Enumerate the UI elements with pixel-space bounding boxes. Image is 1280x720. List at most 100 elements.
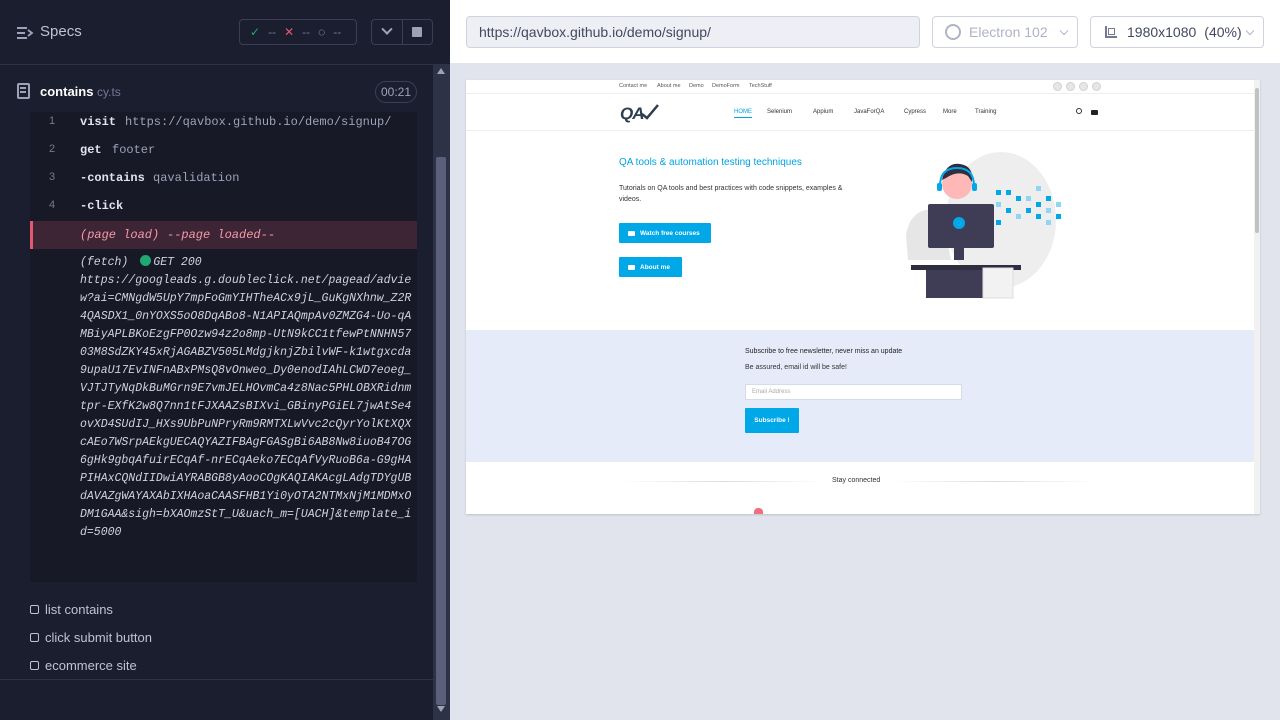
event-message: --page loaded-- bbox=[167, 228, 276, 242]
spec-file-row[interactable]: contains cy.ts 00:21 bbox=[0, 77, 433, 107]
viewport-size: 1980x1080 bbox=[1127, 24, 1197, 40]
hero-illustration bbox=[906, 152, 1061, 299]
run-controls bbox=[371, 19, 433, 45]
chevron-down-icon bbox=[1059, 26, 1069, 36]
nav-javaforqa[interactable]: JavaForQA bbox=[854, 109, 884, 115]
site-topbar: Contact me About me Demo DemoForm TechSt… bbox=[466, 80, 1254, 94]
command-number: 2 bbox=[48, 143, 56, 155]
command-row[interactable]: 2 get footer bbox=[30, 136, 417, 164]
command-log: 1 visit https://qavbox.github.io/demo/si… bbox=[30, 112, 417, 582]
video-icon bbox=[628, 230, 635, 236]
email-input[interactable]: Email Address bbox=[745, 384, 962, 400]
newsletter-title: Subscribe to free newsletter, never miss… bbox=[745, 348, 903, 355]
newsletter-section: Subscribe to free newsletter, never miss… bbox=[466, 330, 1254, 462]
watch-courses-label: Watch free courses bbox=[640, 229, 700, 237]
browser-name: Electron 102 bbox=[969, 24, 1048, 40]
specs-title[interactable]: Specs bbox=[40, 23, 82, 40]
subscribe-label: Subscribe ! bbox=[754, 417, 790, 424]
url-bar[interactable]: https://qavbox.github.io/demo/signup/ bbox=[466, 16, 920, 48]
nav-selenium[interactable]: Selenium bbox=[767, 109, 792, 115]
toggle-auto-scroll-button[interactable] bbox=[372, 20, 402, 44]
browser-selector[interactable]: Electron 102 bbox=[932, 16, 1078, 48]
stay-connected-label: Stay connected bbox=[832, 477, 881, 484]
subscribe-button[interactable]: Subscribe ! bbox=[745, 408, 799, 433]
fetch-url: https://googleads.g.doubleclick.net/page… bbox=[80, 274, 412, 539]
toplink-techstuff[interactable]: TechStuff bbox=[749, 83, 772, 89]
test-stats: ✓ -- ✕ -- ◌ -- bbox=[239, 19, 357, 45]
site-logo[interactable]: QA bbox=[620, 104, 644, 124]
search-icon[interactable] bbox=[1076, 108, 1082, 114]
command-arg: qavalidation bbox=[153, 171, 240, 185]
about-me-label: About me bbox=[640, 263, 670, 271]
viewport-scale: (40%) bbox=[1204, 24, 1242, 40]
nav-cypress[interactable]: Cypress bbox=[904, 109, 926, 115]
watch-courses-button[interactable]: Watch free courses bbox=[619, 223, 711, 243]
command-number: 3 bbox=[48, 171, 56, 183]
aut-header: https://qavbox.github.io/demo/signup/ El… bbox=[450, 0, 1280, 64]
pending-test-icon bbox=[30, 661, 39, 670]
status-dot-icon bbox=[140, 255, 152, 266]
stop-icon bbox=[412, 27, 423, 37]
youtube-icon[interactable] bbox=[1092, 82, 1101, 91]
command-row[interactable]: 3 -contains qavalidation bbox=[30, 164, 417, 192]
reporter-panel: Specs ✓ -- ✕ -- ◌ -- contains cy.ts 00:2… bbox=[0, 0, 450, 720]
command-row[interactable]: 4 -click bbox=[30, 192, 417, 220]
twitter-icon[interactable] bbox=[1079, 82, 1088, 91]
facebook-icon[interactable] bbox=[1053, 82, 1062, 91]
divider bbox=[0, 679, 433, 680]
specs-list-icon[interactable] bbox=[16, 24, 34, 42]
test-item[interactable]: ecommerce site bbox=[30, 656, 410, 678]
command-name: -click bbox=[80, 199, 124, 213]
about-me-button[interactable]: About me bbox=[619, 257, 682, 277]
command-number: 4 bbox=[48, 199, 56, 211]
logo-check-icon bbox=[641, 104, 659, 120]
user-icon bbox=[628, 264, 635, 270]
fetch-label: (fetch) bbox=[80, 256, 129, 269]
toplink-demoform[interactable]: DemoForm bbox=[712, 83, 740, 89]
viewport-icon bbox=[1105, 26, 1117, 38]
nav-home[interactable]: HOME bbox=[734, 109, 752, 118]
check-icon: ✓ bbox=[250, 25, 261, 39]
stay-connected: Stay connected bbox=[466, 475, 1254, 487]
pending-icon: ◌ bbox=[318, 25, 326, 39]
passed-count: -- bbox=[268, 25, 277, 39]
scroll-down-icon[interactable] bbox=[437, 706, 445, 712]
stop-button[interactable] bbox=[401, 20, 432, 44]
failed-count: -- bbox=[302, 25, 311, 39]
scrollbar-thumb[interactable] bbox=[436, 157, 446, 705]
test-item[interactable]: click submit button bbox=[30, 628, 410, 650]
spec-extension: cy.ts bbox=[97, 85, 121, 99]
youtube-icon[interactable] bbox=[1091, 110, 1098, 115]
chevron-down-icon bbox=[1245, 26, 1255, 36]
electron-icon bbox=[945, 24, 961, 40]
toplink-contact[interactable]: Contact me bbox=[619, 83, 647, 89]
aut-iframe[interactable]: Contact me About me Demo DemoForm TechSt… bbox=[466, 80, 1260, 514]
chevron-down-icon bbox=[381, 23, 393, 35]
test-item[interactable]: list contains bbox=[30, 600, 410, 622]
nav-training[interactable]: Training bbox=[975, 109, 996, 115]
site-navbar: QA HOME Selenium Appium JavaForQA Cypres… bbox=[466, 95, 1254, 131]
scroll-up-icon[interactable] bbox=[437, 68, 445, 74]
viewport-info[interactable]: 1980x1080 (40%) bbox=[1090, 16, 1264, 48]
toplink-about[interactable]: About me bbox=[657, 83, 681, 89]
command-number: 1 bbox=[48, 115, 56, 127]
nav-appium[interactable]: Appium bbox=[813, 109, 833, 115]
pending-count: -- bbox=[333, 25, 342, 39]
command-arg: footer bbox=[112, 143, 156, 157]
test-title: list contains bbox=[45, 602, 113, 617]
site-scrollbar[interactable] bbox=[1254, 80, 1260, 514]
command-name: get bbox=[80, 143, 102, 157]
document-icon bbox=[17, 83, 30, 99]
fetch-log-entry[interactable]: (fetch) GET 200 https://googleads.g.doubl… bbox=[80, 254, 412, 542]
command-arg: https://qavbox.github.io/demo/signup/ bbox=[125, 115, 392, 129]
toplink-demo[interactable]: Demo bbox=[689, 83, 704, 89]
test-title: ecommerce site bbox=[45, 658, 137, 673]
specs-header: Specs ✓ -- ✕ -- ◌ -- bbox=[0, 0, 433, 65]
newsletter-subtitle: Be assured, email id will be safe! bbox=[745, 364, 847, 371]
command-name: visit bbox=[80, 115, 117, 129]
page-load-event[interactable]: (page load) --page loaded-- bbox=[30, 221, 417, 249]
command-row[interactable]: 1 visit https://qavbox.github.io/demo/si… bbox=[30, 112, 417, 136]
nav-more[interactable]: More bbox=[943, 109, 957, 115]
hero-description: Tutorials on QA tools and best practices… bbox=[619, 185, 843, 203]
facebook-icon[interactable] bbox=[1066, 82, 1075, 91]
